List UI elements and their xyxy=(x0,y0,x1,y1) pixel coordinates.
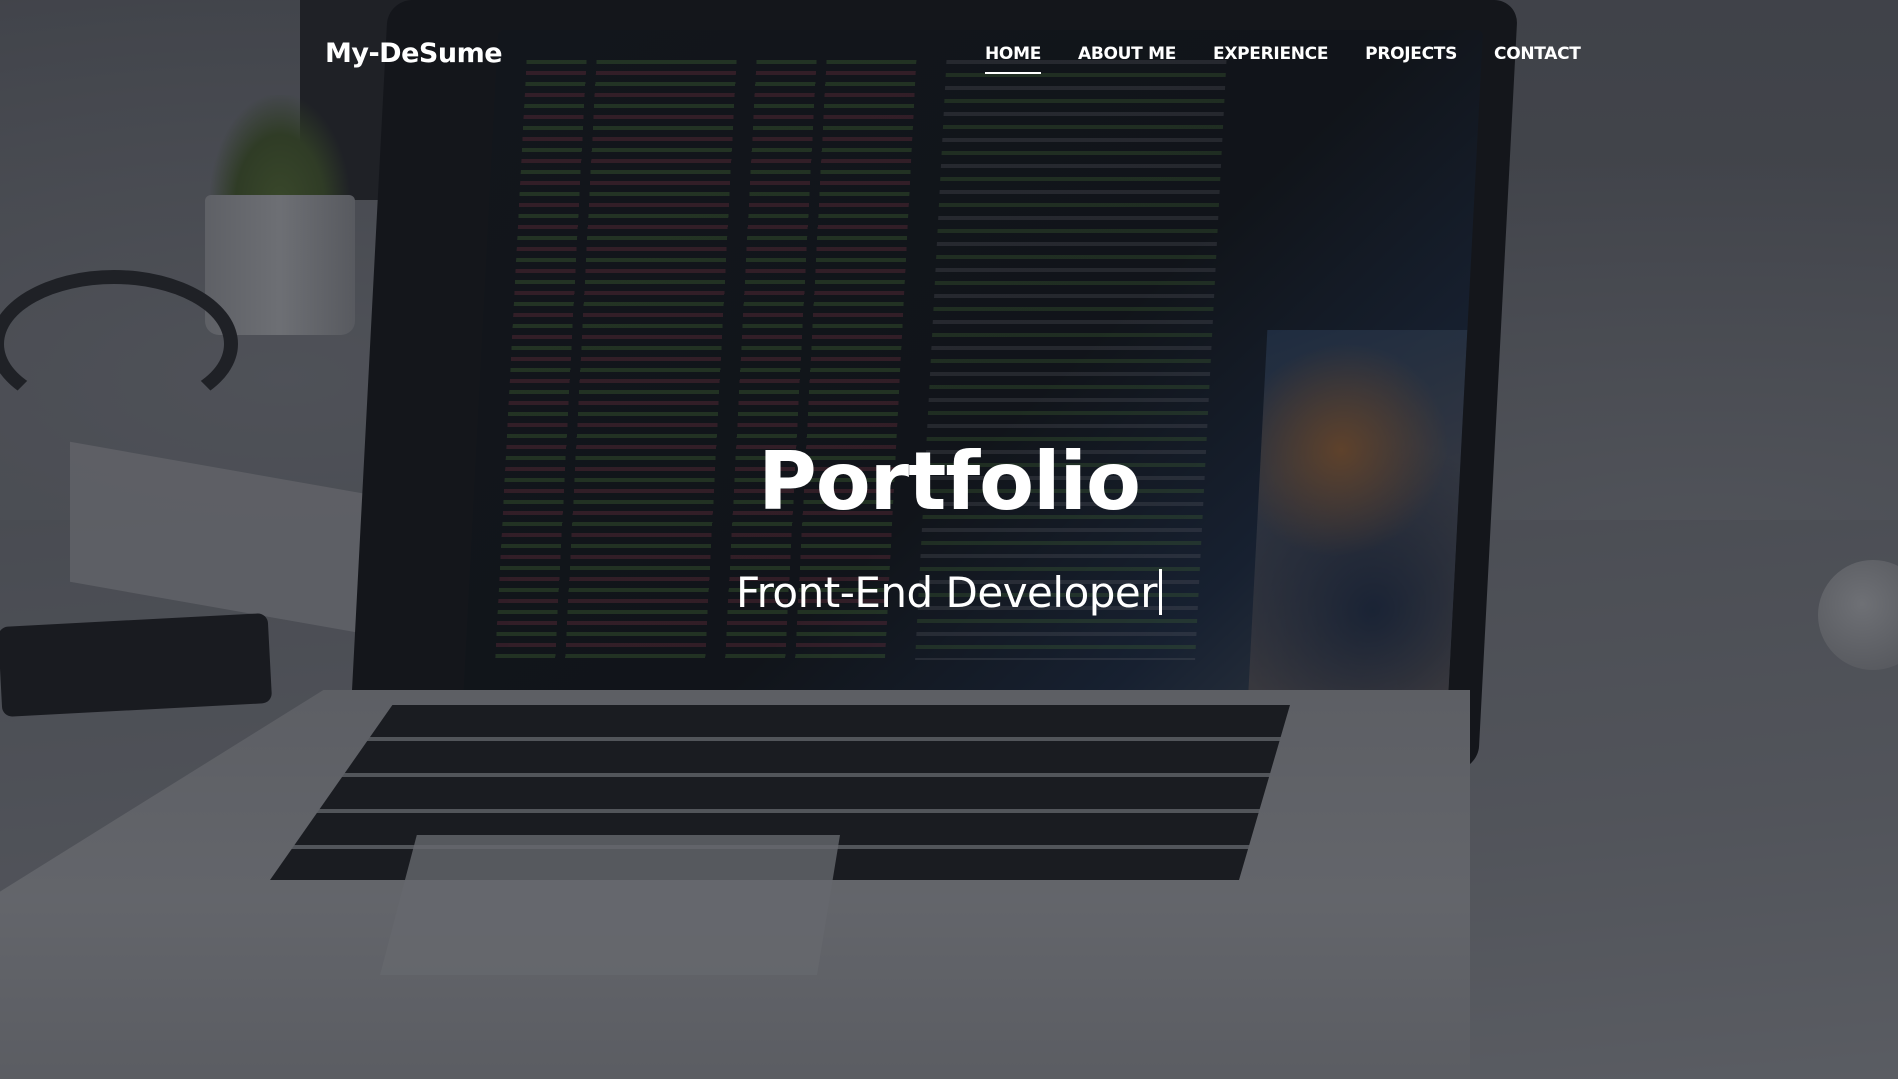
nav-link-home[interactable]: HOME xyxy=(985,44,1041,74)
hero-content: Portfolio Front-End Developer xyxy=(0,440,1898,617)
nav-link-experience[interactable]: EXPERIENCE xyxy=(1213,44,1328,74)
nav-link-about-me[interactable]: ABOUT ME xyxy=(1078,44,1176,74)
brand-logo[interactable]: My-DeSume xyxy=(325,38,503,69)
nav-link-projects[interactable]: PROJECTS xyxy=(1365,44,1457,74)
nav-links: HOME ABOUT ME EXPERIENCE PROJECTS CONTAC… xyxy=(985,44,1618,64)
typing-cursor-icon xyxy=(1159,569,1163,615)
hero-section: My-DeSume HOME ABOUT ME EXPERIENCE PROJE… xyxy=(0,0,1898,1079)
nav-link-contact[interactable]: CONTACT xyxy=(1494,44,1581,74)
hero-title: Portfolio xyxy=(758,435,1141,528)
nav-item-home: HOME xyxy=(985,44,1078,64)
navbar: My-DeSume HOME ABOUT ME EXPERIENCE PROJE… xyxy=(0,0,1898,112)
nav-item-experience: EXPERIENCE xyxy=(1213,44,1365,64)
hero-subtitle-wrapper: Front-End Developer xyxy=(0,568,1898,617)
nav-item-projects: PROJECTS xyxy=(1365,44,1494,64)
nav-item-contact: CONTACT xyxy=(1494,44,1618,64)
nav-item-about-me: ABOUT ME xyxy=(1078,44,1213,64)
hero-subtitle: Front-End Developer xyxy=(735,568,1158,617)
